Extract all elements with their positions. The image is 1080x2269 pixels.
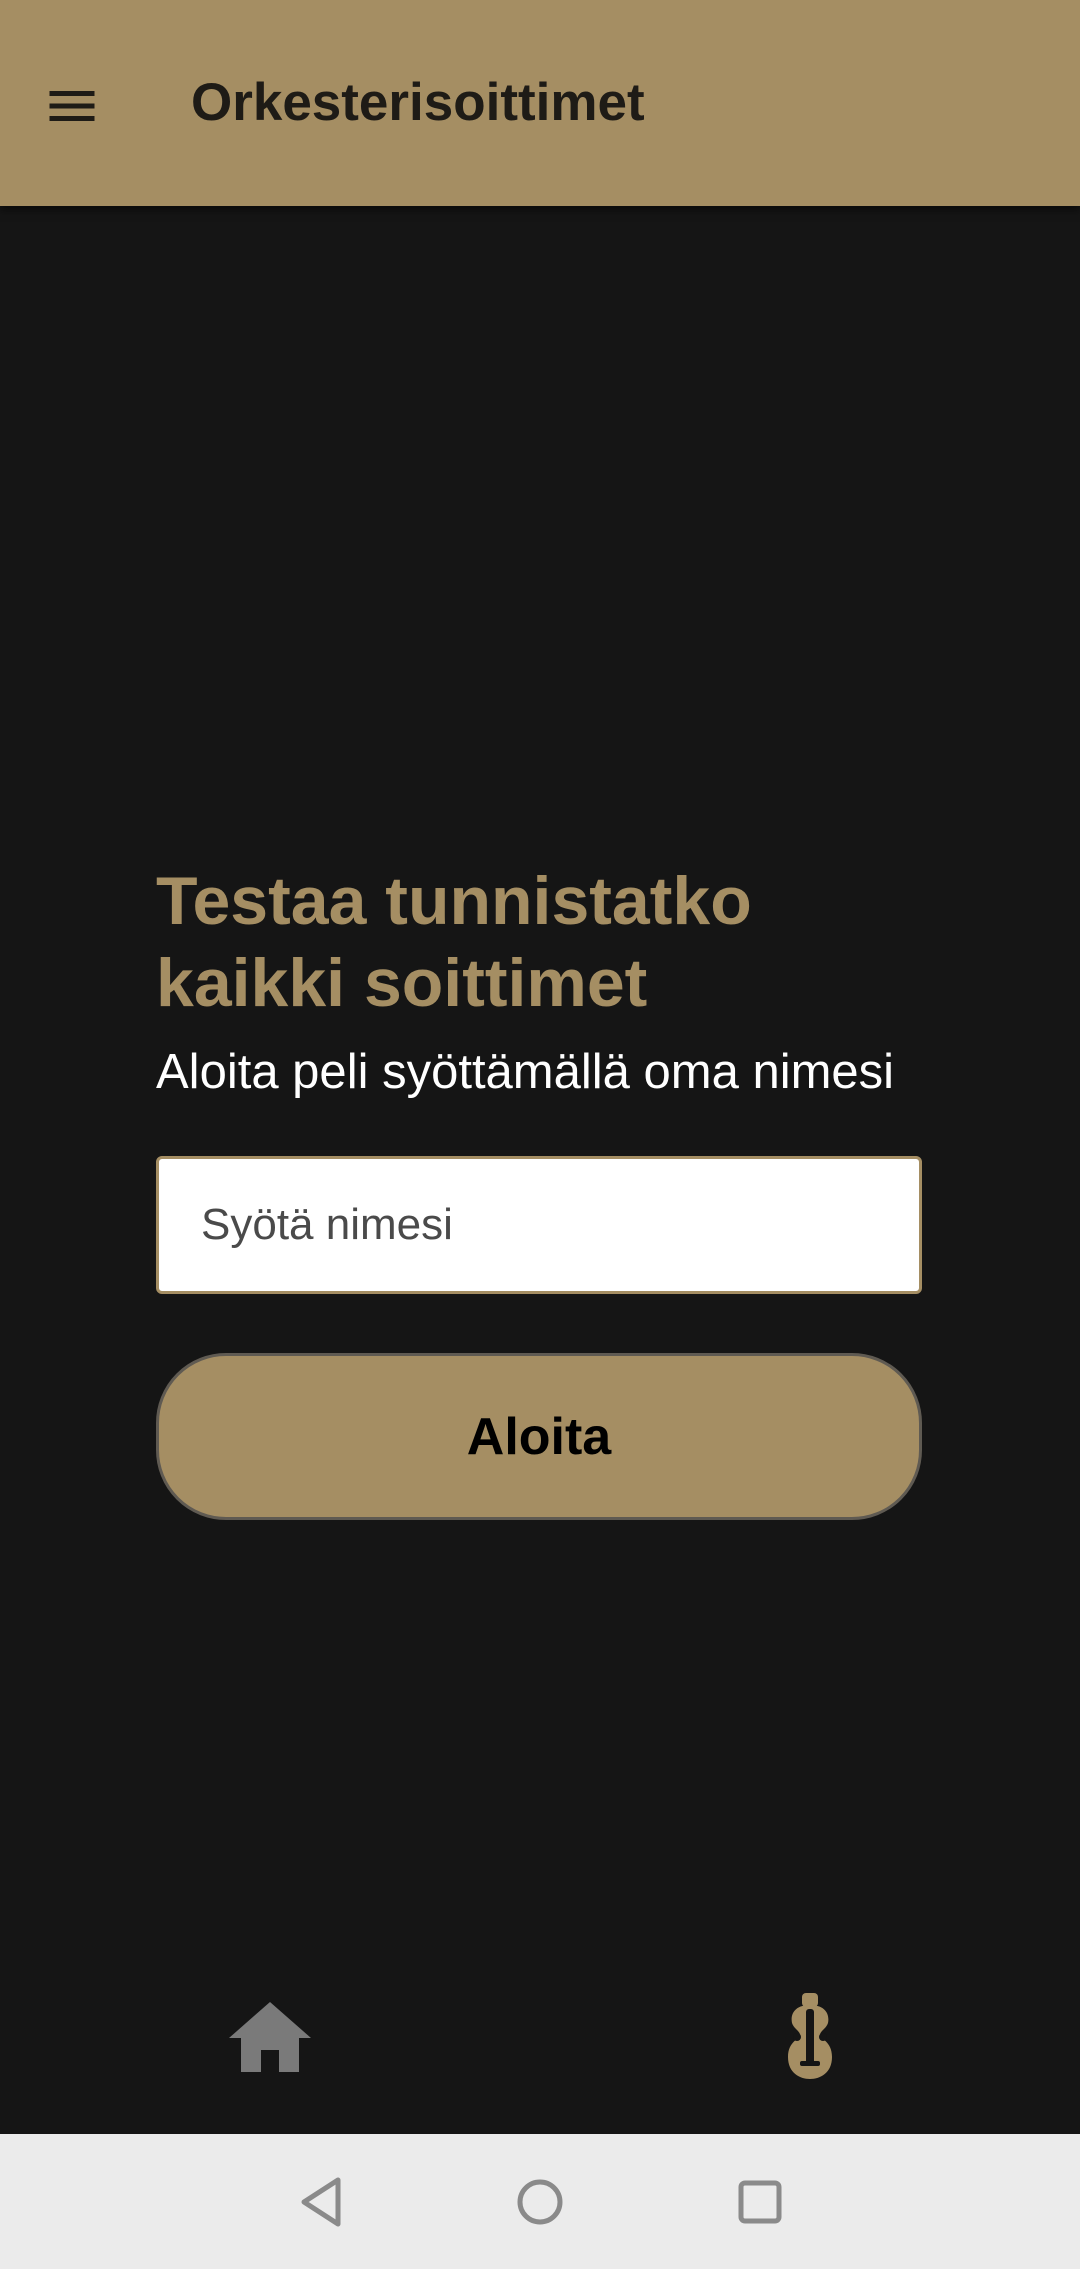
hamburger-menu-icon <box>49 91 95 121</box>
app-title: Orkesterisoittimet <box>191 73 645 132</box>
nav-item-instruments[interactable] <box>720 1940 900 2134</box>
headline-line-2: kaikki soittimet <box>156 945 648 1021</box>
headline-line-1: Testaa tunnistatko <box>156 863 752 939</box>
system-back-button[interactable] <box>274 2154 370 2250</box>
system-recents-button[interactable] <box>712 2154 808 2250</box>
name-input[interactable] <box>156 1156 922 1294</box>
instruction-text: Aloita peli syöttämällä oma nimesi <box>156 1045 895 1099</box>
home-circle-icon <box>517 2179 563 2225</box>
main-content: Testaa tunnistatko kaikki soittimet Aloi… <box>156 860 956 1102</box>
start-button[interactable]: Aloita <box>156 1353 922 1520</box>
nav-item-home[interactable] <box>180 1940 360 2134</box>
back-triangle-icon <box>301 2177 341 2227</box>
system-home-button[interactable] <box>492 2154 588 2250</box>
bottom-navigation <box>0 1940 1080 2134</box>
headline: Testaa tunnistatko kaikki soittimet <box>156 860 956 1024</box>
home-icon <box>229 2002 311 2072</box>
recents-square-icon <box>738 2180 782 2224</box>
menu-button[interactable] <box>24 58 120 154</box>
system-navigation-bar <box>0 2134 1080 2269</box>
violin-icon <box>788 1993 832 2079</box>
app-bar: Orkesterisoittimet <box>0 0 1080 206</box>
